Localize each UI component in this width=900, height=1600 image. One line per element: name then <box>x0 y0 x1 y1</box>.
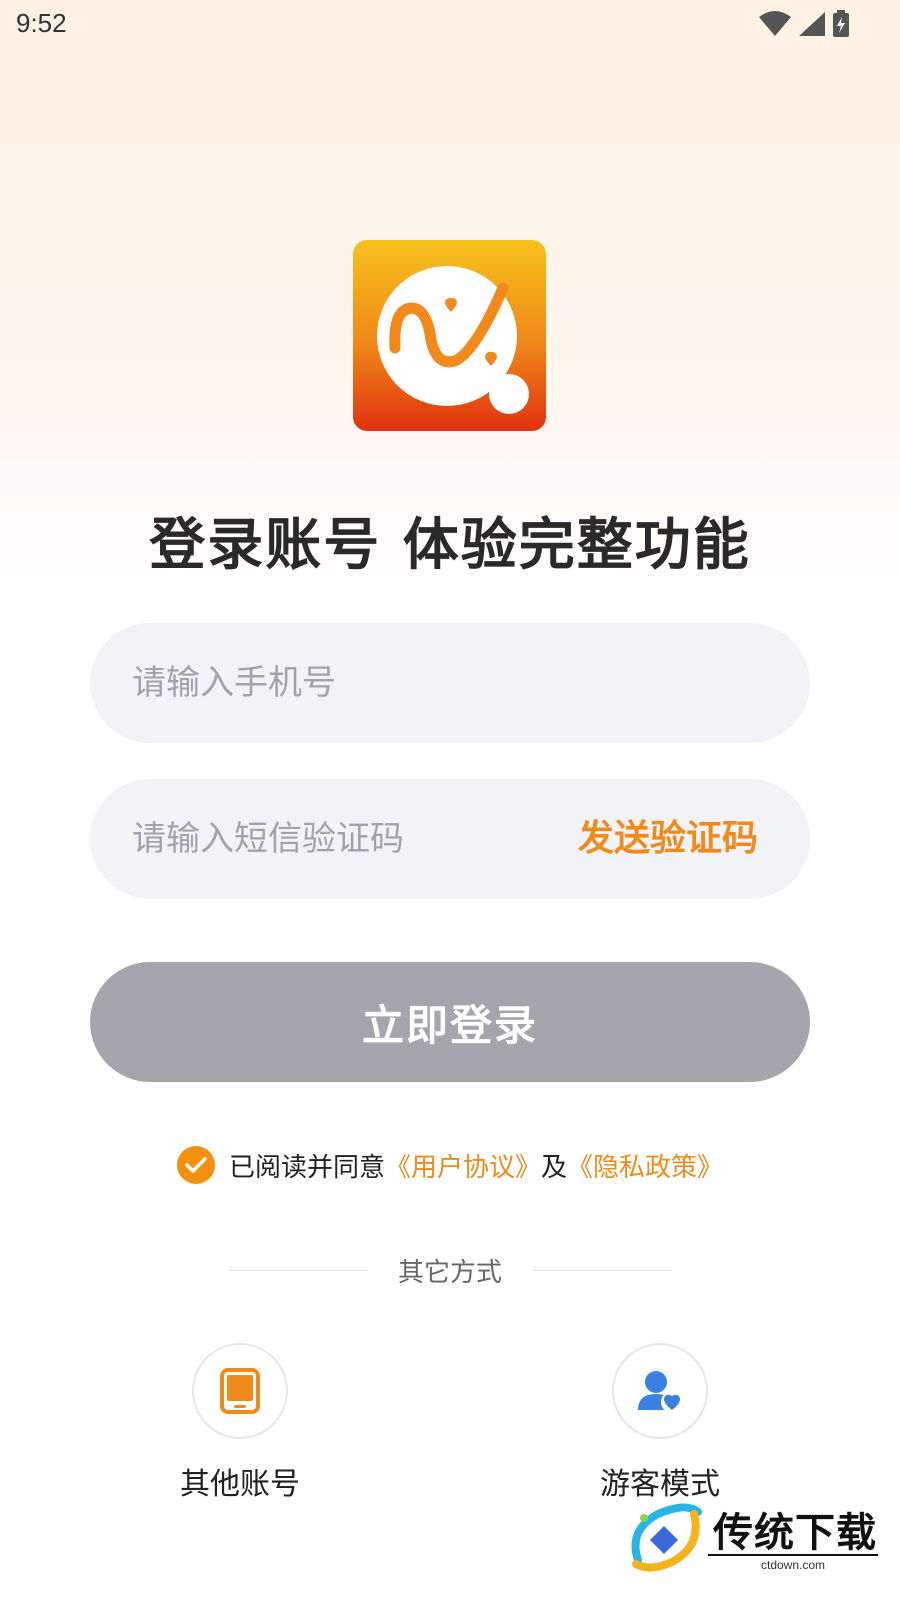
status-icons <box>758 10 850 38</box>
other-methods-title: 其它方式 <box>397 1258 502 1288</box>
cell-signal-icon <box>799 12 825 36</box>
page-title: 登录账号 体验完整功能 <box>149 513 751 578</box>
phone-input[interactable] <box>132 623 552 743</box>
divider-line-left <box>227 1270 368 1271</box>
other-account-label: 其他账号 <box>180 1467 300 1502</box>
watermark-logo-icon <box>631 1503 702 1572</box>
guest-mode-icon-circle[interactable] <box>612 1343 708 1439</box>
tablet-icon <box>220 1368 260 1414</box>
other-methods-divider: 其它方式 <box>0 1252 900 1289</box>
divider-line-right <box>532 1270 672 1271</box>
agreement-conjunction: 及 <box>541 1152 568 1183</box>
user-agreement-link[interactable]: 《用户协议》 <box>385 1147 541 1184</box>
other-account-icon-circle[interactable] <box>192 1343 288 1439</box>
agreement-checkbox[interactable] <box>176 1146 215 1184</box>
status-bar: 9:52 <box>0 0 900 50</box>
wifi-icon <box>759 11 791 36</box>
other-account-button[interactable]: 其他账号 <box>140 1343 340 1503</box>
sms-code-input[interactable] <box>132 779 552 899</box>
app-logo <box>353 240 546 431</box>
agreement-prefix: 已阅读并同意 <box>228 1152 385 1183</box>
watermark-sub: ctdown.com <box>708 1554 878 1572</box>
watermark: 传统下载 ctdown.com <box>628 1500 888 1592</box>
send-code-button[interactable]: 发送验证码 <box>578 779 758 899</box>
login-button[interactable]: 立即登录 <box>90 962 810 1082</box>
status-time: 9:52 <box>16 8 67 38</box>
guest-mode-label: 游客模式 <box>600 1467 720 1502</box>
battery-icon <box>833 10 849 37</box>
guest-user-icon <box>638 1371 683 1413</box>
sms-code-field[interactable]: 发送验证码 <box>90 779 810 899</box>
phone-field[interactable] <box>90 623 810 743</box>
guest-mode-button[interactable]: 游客模式 <box>560 1343 760 1503</box>
agreement-row: 已阅读并同意 《用户协议》 及 《隐私政策》 <box>0 1146 900 1184</box>
privacy-policy-link[interactable]: 《隐私政策》 <box>567 1147 723 1184</box>
watermark-text: 传统下载 <box>713 1510 877 1556</box>
checkmark-icon <box>185 1157 207 1173</box>
